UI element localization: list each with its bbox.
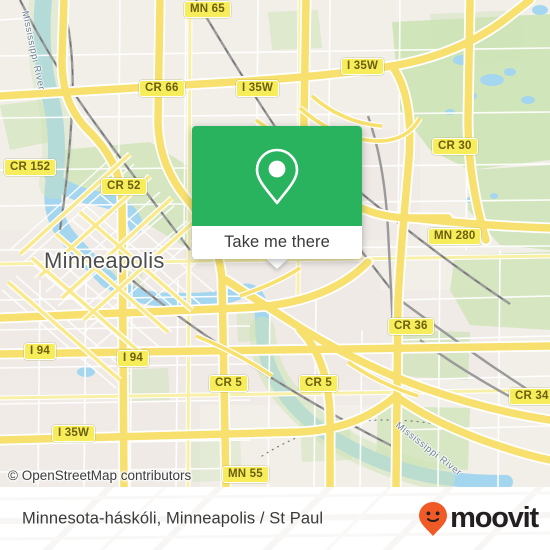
road-shield-cr-5-w: CR 5 — [209, 375, 249, 392]
take-me-there-button[interactable]: Take me there — [192, 226, 362, 259]
moovit-pin-smiley-icon — [419, 501, 448, 536]
location-popup-card[interactable]: Take me there — [192, 126, 362, 259]
popup-pointer-tail — [265, 258, 289, 269]
road-shield-cr-52: CR 52 — [101, 178, 147, 195]
road-shield-cr-36: CR 36 — [388, 318, 434, 335]
road-shield-mn-65: MN 65 — [184, 1, 231, 18]
road-shield-cr-5-e: CR 5 — [299, 375, 339, 392]
road-shield-mn-55: MN 55 — [222, 466, 269, 483]
map-pin-icon — [255, 148, 299, 205]
road-shield-i-35w-n: I 35W — [236, 80, 280, 97]
road-shield-i-35w-ne: I 35W — [341, 58, 385, 75]
map-attribution[interactable]: © OpenStreetMap contributors — [8, 468, 191, 483]
map-city-label: Minneapolis — [44, 248, 165, 273]
road-shield-cr-152: CR 152 — [4, 159, 57, 176]
popup-body: Take me there — [192, 126, 362, 259]
road-shield-i-35w-s: I 35W — [52, 425, 96, 442]
page-title: Minnesota-háskóli, Minneapolis / St Paul — [22, 509, 324, 527]
moovit-wordmark: moovit — [450, 502, 539, 534]
road-shield-i-94-e: I 94 — [117, 350, 149, 367]
road-shield-cr-66: CR 66 — [139, 80, 185, 97]
road-shield-cr-30: CR 30 — [432, 138, 478, 155]
footer-bar: Minnesota-háskóli, Minneapolis / St Paul… — [0, 487, 550, 550]
road-shield-mn-280: MN 280 — [428, 228, 482, 245]
road-shield-cr-34: CR 34 — [509, 388, 550, 405]
road-shield-i-94-w: I 94 — [24, 343, 56, 360]
popup-icon-area — [192, 126, 362, 226]
moovit-logo[interactable]: moovit — [418, 501, 539, 537]
screenshot-root: Minneapolis Mississippi River Mississipp… — [0, 0, 550, 550]
